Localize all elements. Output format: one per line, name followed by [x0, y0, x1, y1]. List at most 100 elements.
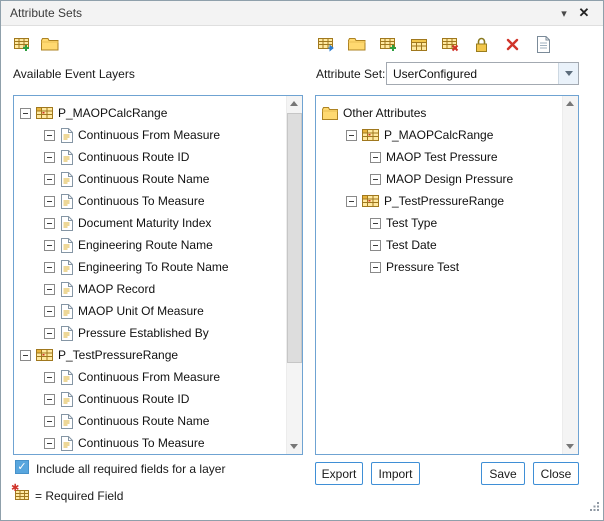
dock-menu-icon[interactable]: ▾	[554, 7, 574, 20]
load-event-layers-button[interactable]	[9, 32, 35, 56]
tree-item[interactable]: Document Maturity Index	[14, 212, 286, 234]
tree-item-label: Continuous Route Name	[78, 414, 209, 428]
tree-item-label: Test Date	[386, 238, 437, 252]
tree-item[interactable]: MAOP Design Pressure	[316, 168, 562, 190]
collapse-toggle-icon[interactable]	[44, 394, 55, 405]
collapse-toggle-icon[interactable]	[44, 372, 55, 383]
field-icon	[60, 150, 73, 165]
tree-item[interactable]: P_TestPressureRange	[14, 344, 286, 366]
collapse-toggle-icon[interactable]	[346, 130, 357, 141]
scroll-up-icon[interactable]	[287, 96, 302, 112]
browse-layers-button[interactable]	[37, 32, 63, 56]
save-button[interactable]: Save	[481, 462, 525, 485]
close-button[interactable]: Close	[533, 462, 579, 485]
add-attribute-button[interactable]	[375, 32, 401, 56]
available-layers-panel: P_MAOPCalcRangeContinuous From MeasureCo…	[13, 95, 303, 455]
tree-item[interactable]: Continuous Route ID	[14, 388, 286, 410]
import-attribute-set-button[interactable]	[313, 32, 339, 56]
tree-item[interactable]: P_TestPressureRange	[316, 190, 562, 212]
tree-item-label: Test Type	[386, 216, 437, 230]
collapse-toggle-icon[interactable]	[44, 416, 55, 427]
add-attribute-icon	[379, 36, 398, 53]
scroll-down-icon[interactable]	[563, 438, 578, 454]
required-field-legend: = Required Field	[35, 489, 123, 503]
tree-item[interactable]: Continuous To Measure	[14, 190, 286, 212]
tree-item[interactable]: Continuous To Measure	[14, 432, 286, 454]
scroll-down-icon[interactable]	[287, 438, 302, 454]
include-required-fields-label: Include all required fields for a layer	[36, 462, 225, 476]
edit-attribute-table-icon	[410, 36, 429, 53]
event-layer-icon	[36, 348, 53, 362]
attribute-report-button[interactable]	[530, 32, 556, 56]
tree-item[interactable]: P_MAOPCalcRange	[14, 102, 286, 124]
tree-item[interactable]: Test Type	[316, 212, 562, 234]
include-required-fields-checkbox[interactable]: ✓	[15, 460, 29, 474]
resize-grip[interactable]	[589, 499, 600, 517]
collapse-toggle-icon[interactable]	[370, 174, 381, 185]
collapse-toggle-icon[interactable]	[370, 240, 381, 251]
tree-item[interactable]: Continuous Route ID	[14, 146, 286, 168]
edit-attribute-table-button[interactable]	[406, 32, 432, 56]
tree-item-label: Engineering To Route Name	[78, 260, 229, 274]
collapse-toggle-icon[interactable]	[44, 438, 55, 449]
tree-item[interactable]: Other Attributes	[316, 102, 562, 124]
collapse-toggle-icon[interactable]	[370, 218, 381, 229]
collapse-toggle-icon[interactable]	[370, 152, 381, 163]
field-icon	[60, 282, 73, 297]
open-attribute-set-button[interactable]	[344, 32, 370, 56]
tree-item-label: P_TestPressureRange	[58, 348, 178, 362]
tree-item-label: MAOP Record	[78, 282, 155, 296]
tree-item[interactable]: Pressure Established By	[14, 322, 286, 344]
delete-attribute-set-button[interactable]	[499, 32, 525, 56]
collapse-toggle-icon[interactable]	[370, 262, 381, 273]
tree-item-label: Pressure Established By	[78, 326, 209, 340]
scrollbar-thumb[interactable]	[287, 113, 302, 363]
import-button[interactable]: Import	[371, 462, 420, 485]
tree-item-label: MAOP Unit Of Measure	[78, 304, 204, 318]
collapse-toggle-icon[interactable]	[44, 284, 55, 295]
tree-item[interactable]: Engineering To Route Name	[14, 256, 286, 278]
tree-item[interactable]: Continuous From Measure	[14, 124, 286, 146]
scroll-up-icon[interactable]	[563, 96, 578, 112]
tree-item[interactable]: Continuous Route Name	[14, 168, 286, 190]
close-icon[interactable]: ✕	[574, 5, 594, 21]
left-scrollbar	[286, 96, 302, 454]
collapse-toggle-icon[interactable]	[44, 240, 55, 251]
collapse-toggle-icon[interactable]	[44, 196, 55, 207]
tree-item[interactable]: MAOP Record	[14, 278, 286, 300]
delete-icon	[505, 37, 520, 52]
lock-attribute-set-button[interactable]	[468, 32, 494, 56]
collapse-toggle-icon[interactable]	[44, 262, 55, 273]
remove-attribute-button[interactable]	[437, 32, 463, 56]
collapse-toggle-icon[interactable]	[44, 218, 55, 229]
collapse-toggle-icon[interactable]	[44, 174, 55, 185]
tree-item-label: Pressure Test	[386, 260, 459, 274]
attribute-set-value: UserConfigured	[387, 67, 558, 81]
tree-item-label: Continuous From Measure	[78, 370, 220, 384]
collapse-toggle-icon[interactable]	[44, 130, 55, 141]
tree-item[interactable]: Continuous Route Name	[14, 410, 286, 432]
tree-item-label: Continuous Route ID	[78, 392, 189, 406]
attribute-report-icon	[536, 36, 551, 53]
tree-item[interactable]: Engineering Route Name	[14, 234, 286, 256]
collapse-toggle-icon[interactable]	[20, 350, 31, 361]
collapse-toggle-icon[interactable]	[20, 108, 31, 119]
collapse-toggle-icon[interactable]	[44, 328, 55, 339]
attribute-set-panel: Other AttributesP_MAOPCalcRangeMAOP Test…	[315, 95, 579, 455]
check-icon: ✓	[17, 461, 26, 473]
collapse-toggle-icon[interactable]	[44, 306, 55, 317]
export-button[interactable]: Export	[315, 462, 363, 485]
collapse-toggle-icon[interactable]	[346, 196, 357, 207]
tree-item[interactable]: Continuous From Measure	[14, 366, 286, 388]
attribute-set-combobox[interactable]: UserConfigured	[386, 62, 579, 85]
tree-item[interactable]: MAOP Test Pressure	[316, 146, 562, 168]
folder-icon	[322, 107, 338, 120]
tree-item[interactable]: MAOP Unit Of Measure	[14, 300, 286, 322]
tree-item[interactable]: Test Date	[316, 234, 562, 256]
tree-item[interactable]: Pressure Test	[316, 256, 562, 278]
tree-item-label: MAOP Design Pressure	[386, 172, 513, 186]
combobox-dropdown-icon[interactable]	[558, 63, 578, 84]
collapse-toggle-icon[interactable]	[44, 152, 55, 163]
tree-item[interactable]: P_MAOPCalcRange	[316, 124, 562, 146]
field-icon	[60, 414, 73, 429]
